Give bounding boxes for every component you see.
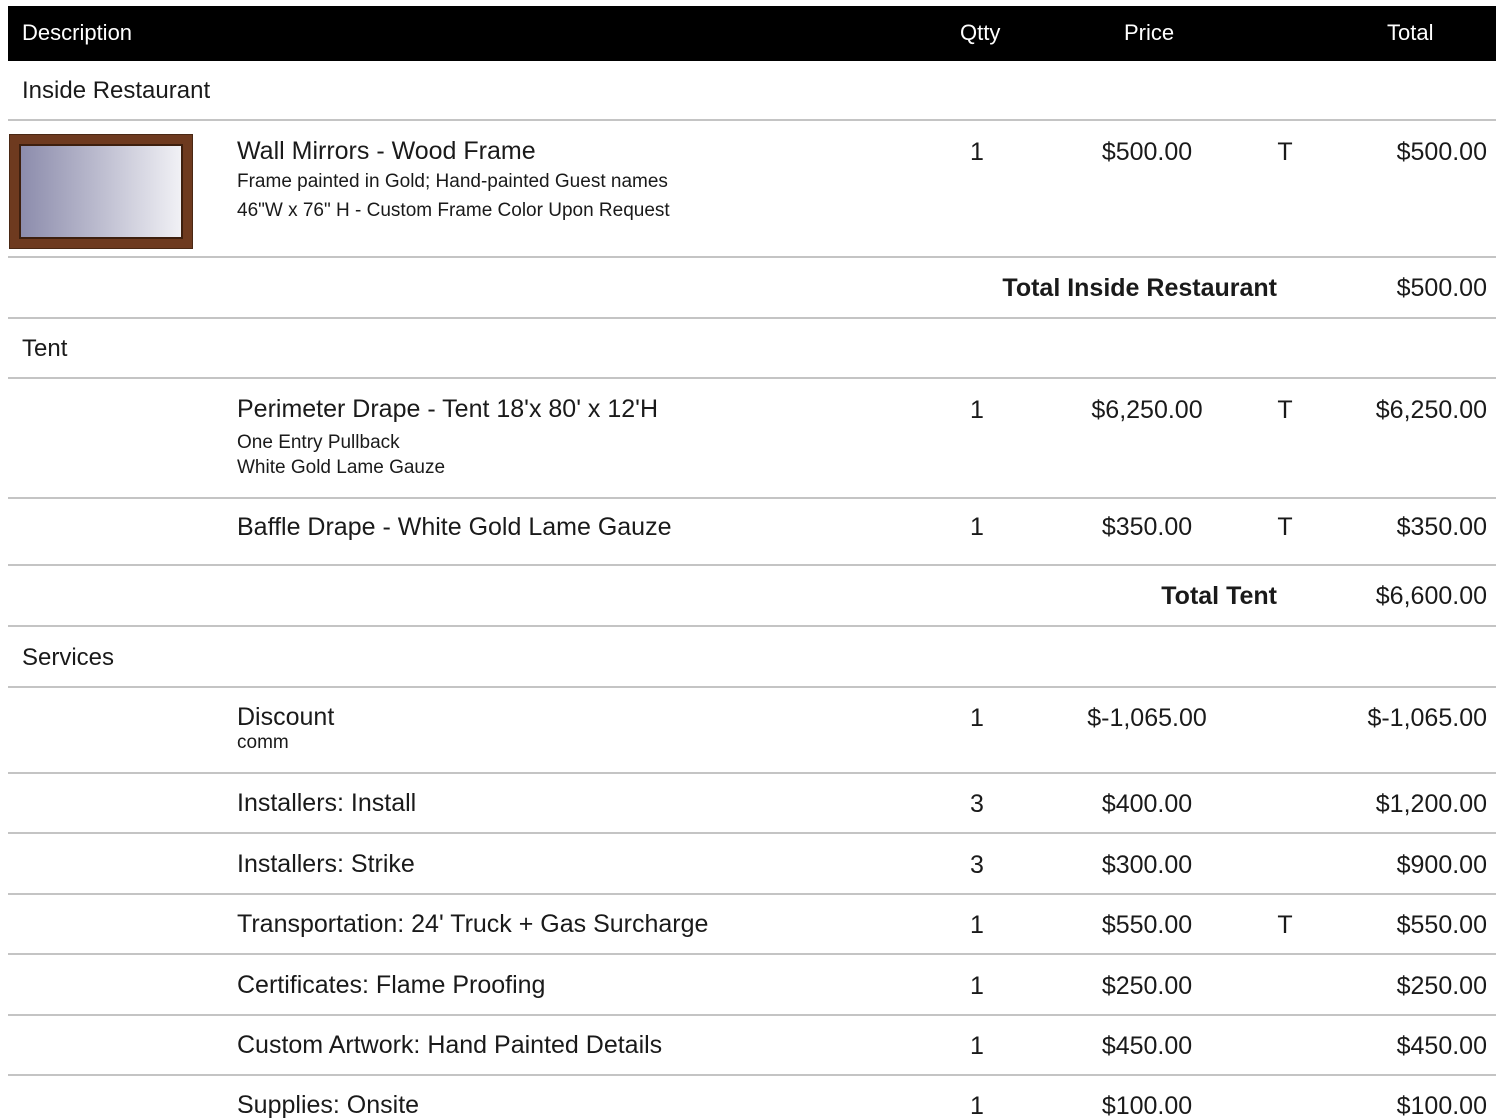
divider	[8, 564, 1496, 566]
divider	[8, 953, 1496, 955]
item-name: Installers: Strike	[237, 850, 415, 878]
header-price: Price	[1124, 20, 1175, 45]
divider	[8, 832, 1496, 834]
line-item: Certificates: Flame Proofing	[237, 970, 545, 1000]
section-total-value: $500.00	[1396, 274, 1487, 302]
divider	[8, 317, 1496, 319]
section-title: Inside Restaurant	[22, 77, 211, 104]
line-item: Installers: Install	[237, 788, 416, 818]
divider	[8, 625, 1496, 627]
line-item: Discount comm	[237, 702, 334, 754]
line-item: Baffle Drape - White Gold Lame Gauze	[237, 512, 671, 542]
item-qty: 3	[970, 790, 984, 818]
item-total: $550.00	[1396, 911, 1487, 939]
item-name: Perimeter Drape - Tent 18'x 80' x 12'H	[237, 395, 658, 423]
item-name: Transportation: 24' Truck + Gas Surcharg…	[237, 910, 709, 938]
header-qty: Qtty	[960, 20, 1001, 45]
line-item: Installers: Strike	[237, 849, 415, 879]
line-item: Custom Artwork: Hand Painted Details	[237, 1030, 662, 1060]
item-price: $450.00	[1101, 1032, 1193, 1060]
item-total: $100.00	[1396, 1092, 1487, 1120]
item-name: Supplies: Onsite	[237, 1091, 420, 1119]
item-detail: Frame painted in Gold; Hand-painted Gues…	[237, 171, 668, 192]
item-tax-flag: T	[1277, 138, 1293, 166]
item-qty: 1	[970, 138, 984, 166]
divider	[8, 772, 1496, 774]
item-detail: White Gold Lame Gauze	[237, 457, 446, 478]
divider	[8, 497, 1496, 499]
section-title: Services	[22, 644, 115, 671]
section-total-label: Total Inside Restaurant	[1002, 274, 1277, 302]
divider	[8, 1014, 1496, 1016]
item-name: Installers: Install	[237, 789, 417, 817]
divider	[8, 1074, 1496, 1076]
section-total-label: Total Tent	[1161, 582, 1277, 610]
item-price: $100.00	[1101, 1092, 1193, 1120]
table-header: Description Qtty Price Total	[8, 6, 1496, 61]
item-price: $6,250.00	[1091, 396, 1203, 424]
item-total: $450.00	[1396, 1032, 1487, 1060]
item-price: $-1,065.00	[1087, 704, 1207, 732]
divider	[8, 893, 1496, 895]
invoice-items-table: Description Qtty Price Total Inside Rest…	[0, 0, 1504, 1120]
item-price: $350.00	[1101, 513, 1193, 541]
item-tax-flag: T	[1277, 396, 1293, 424]
header-total: Total	[1387, 20, 1434, 45]
item-total: $350.00	[1396, 513, 1487, 541]
item-qty: 1	[970, 911, 984, 939]
divider	[8, 686, 1496, 688]
line-item: Perimeter Drape - Tent 18'x 80' x 12'H O…	[237, 394, 658, 480]
item-qty: 1	[970, 972, 984, 1000]
item-total: $900.00	[1396, 851, 1487, 879]
item-price: $400.00	[1101, 790, 1193, 818]
item-name: Discount	[237, 703, 335, 731]
item-name: Certificates: Flame Proofing	[237, 971, 546, 999]
wall-mirror-image	[10, 135, 192, 248]
item-detail: One Entry Pullback	[237, 432, 400, 453]
item-tax-flag: T	[1277, 513, 1293, 541]
divider	[8, 119, 1496, 121]
section-title: Tent	[22, 335, 68, 362]
item-name: Baffle Drape - White Gold Lame Gauze	[237, 513, 672, 541]
item-qty: 1	[970, 1092, 984, 1120]
item-total: $250.00	[1396, 972, 1487, 1000]
item-price: $250.00	[1101, 972, 1193, 1000]
item-qty: 1	[970, 1032, 984, 1060]
item-detail: comm	[237, 732, 289, 753]
item-qty: 1	[970, 396, 984, 424]
item-price: $300.00	[1101, 851, 1193, 879]
item-total: $1,200.00	[1375, 790, 1487, 818]
item-total: $6,250.00	[1375, 396, 1487, 424]
header-description: Description	[22, 20, 133, 45]
item-qty: 1	[970, 704, 984, 732]
item-price: $500.00	[1101, 138, 1193, 166]
line-item: Supplies: Onsite	[237, 1090, 419, 1120]
divider	[8, 256, 1496, 258]
divider	[8, 377, 1496, 379]
item-tax-flag: T	[1277, 911, 1293, 939]
section-total-value: $6,600.00	[1375, 582, 1487, 610]
line-item: Wall Mirrors - Wood Frame Frame painted …	[237, 136, 670, 223]
item-name: Custom Artwork: Hand Painted Details	[237, 1031, 663, 1059]
item-name: Wall Mirrors - Wood Frame	[237, 137, 536, 165]
item-detail: 46"W x 76" H - Custom Frame Color Upon R…	[237, 200, 670, 221]
line-item: Transportation: 24' Truck + Gas Surcharg…	[237, 909, 708, 939]
item-price: $550.00	[1101, 911, 1193, 939]
item-total: $-1,065.00	[1367, 704, 1487, 732]
item-qty: 3	[970, 851, 984, 879]
item-total: $500.00	[1396, 138, 1487, 166]
item-qty: 1	[970, 513, 984, 541]
